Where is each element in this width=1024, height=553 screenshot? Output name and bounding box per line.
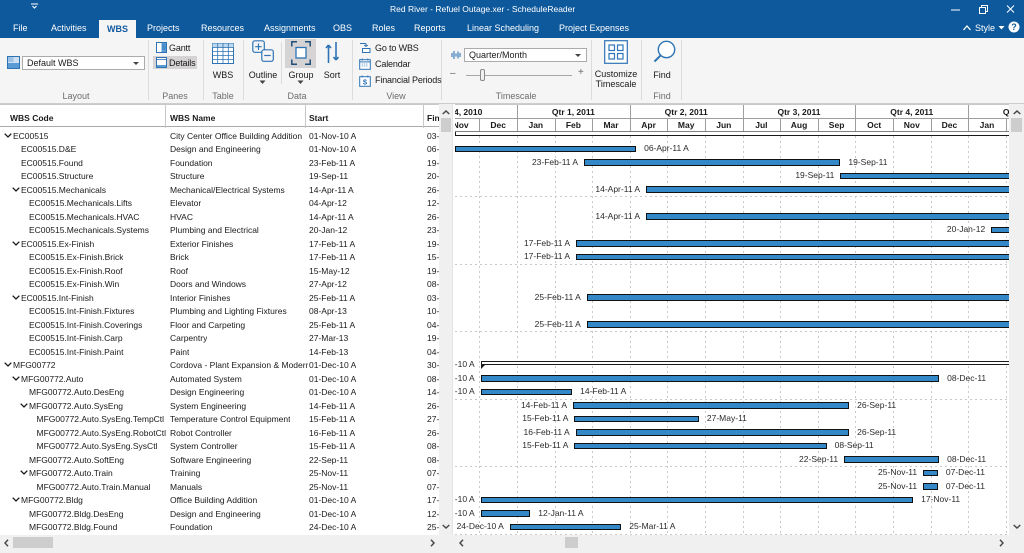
- svg-text:?: ?: [1011, 22, 1017, 32]
